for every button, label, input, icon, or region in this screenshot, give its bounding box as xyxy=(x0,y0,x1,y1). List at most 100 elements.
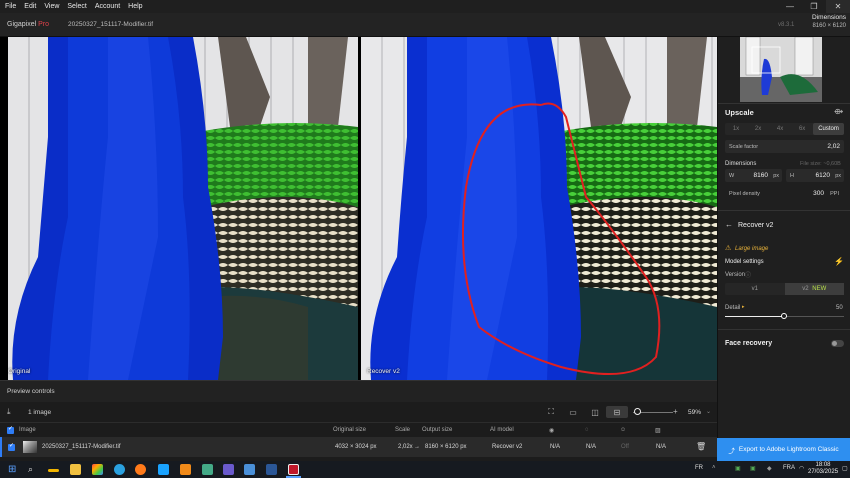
row-sharpen-value: N/A xyxy=(586,444,597,450)
height-value[interactable]: 6120 xyxy=(816,172,830,179)
menu-select[interactable]: Select xyxy=(63,3,90,10)
download-icon[interactable]: ⤓ xyxy=(7,407,11,417)
crop-icon[interactable]: ⟴ xyxy=(834,107,843,116)
file-explorer-icon[interactable] xyxy=(70,464,81,475)
scale-6x[interactable]: 6x xyxy=(791,123,813,135)
menu-bar: File Edit View Select Account Help — ❐ ✕ xyxy=(0,0,850,13)
app-icon[interactable] xyxy=(158,464,169,475)
width-field[interactable]: W 8160 px xyxy=(725,169,782,182)
preview-label: Recover v2 xyxy=(367,368,400,375)
menu-file[interactable]: File xyxy=(0,3,20,10)
tray-overflow-icon[interactable]: ˄ xyxy=(712,465,716,471)
row-scale: 2,02x xyxy=(398,444,413,450)
col-denoise-icon: ◉ xyxy=(549,428,555,434)
close-icon[interactable]: ✕ xyxy=(826,0,850,13)
select-all-checkbox[interactable] xyxy=(7,425,14,434)
version-v1[interactable]: v1 xyxy=(725,283,785,295)
scale-factor-value[interactable]: 2,02 xyxy=(827,143,840,150)
preview-pane[interactable]: Recover v2 xyxy=(361,37,717,380)
scale-1x[interactable]: 1x xyxy=(725,123,747,135)
store-icon[interactable] xyxy=(92,464,103,475)
fit-screen-icon[interactable]: ⛶ xyxy=(540,406,562,418)
info-icon[interactable]: ⓘ xyxy=(745,270,751,279)
preview-controls-label: Preview controls xyxy=(7,388,55,395)
row-denoise-value: N/A xyxy=(550,444,561,450)
menu-help[interactable]: Help xyxy=(124,3,146,10)
scale-2x[interactable]: 2x xyxy=(747,123,769,135)
original-pane[interactable]: Original xyxy=(8,37,358,380)
width-label: W xyxy=(729,173,735,179)
tray-app-icon-3[interactable]: ◆ xyxy=(767,465,772,472)
dimensions-value: 8160 × 6120 xyxy=(812,23,846,29)
preview-controls-bar[interactable]: Preview controls xyxy=(0,380,717,402)
side-by-side-icon[interactable]: ⊟ xyxy=(606,406,628,418)
wifi-icon[interactable]: ◠ xyxy=(799,465,804,472)
height-unit[interactable]: px xyxy=(835,173,841,179)
col-compression-icon: ▨ xyxy=(655,428,661,434)
split-view-icon[interactable]: ◫ xyxy=(584,406,606,418)
table-row[interactable]: 20250327_151117-Modifier.tif 4032 × 3024… xyxy=(0,437,717,457)
scale-factor-label: Scale factor xyxy=(729,144,759,150)
edge-icon[interactable] xyxy=(114,464,125,475)
gigapixel-icon[interactable] xyxy=(288,464,299,475)
minimize-icon[interactable]: — xyxy=(778,0,802,13)
media-icon[interactable] xyxy=(202,464,213,475)
trash-icon[interactable]: 🗑 xyxy=(696,442,706,451)
settings-app-icon[interactable] xyxy=(244,464,255,475)
windows-start-icon[interactable]: ⊞ xyxy=(8,464,16,475)
search-icon[interactable]: ⌕ xyxy=(28,464,33,475)
notification-icon[interactable]: ▢ xyxy=(842,465,848,472)
table-header: Image Original size Scale Output size AI… xyxy=(0,422,717,436)
warning-icon: ⚠ xyxy=(725,245,732,252)
single-view-icon[interactable]: ▭ xyxy=(562,406,584,418)
row-checkbox[interactable] xyxy=(8,442,15,451)
menu-view[interactable]: View xyxy=(40,3,63,10)
pixel-density-value[interactable]: 300 xyxy=(813,190,824,197)
chevron-down-icon[interactable]: ⌄ xyxy=(706,408,711,415)
tray-app-icon[interactable]: ▣ xyxy=(735,465,741,472)
input-language[interactable]: FRA xyxy=(783,465,795,471)
row-ai-model: Recover v2 xyxy=(492,444,523,450)
row-original-size: 4032 × 3024 px xyxy=(335,444,377,450)
pixel-density-field[interactable]: Pixel density 300 PPI xyxy=(725,187,844,200)
menu-account[interactable]: Account xyxy=(91,3,124,10)
restore-icon[interactable]: ❐ xyxy=(802,0,826,13)
keyboard-lang[interactable]: FR xyxy=(695,465,703,471)
image-viewer[interactable]: Original Recover v2 xyxy=(0,37,717,380)
detail-value: 50 xyxy=(836,305,843,311)
export-icon: ⤴ xyxy=(728,447,735,455)
row-thumbnail xyxy=(23,441,37,453)
widgets-icon[interactable] xyxy=(48,469,59,472)
col-face-icon: ☺ xyxy=(620,427,627,433)
col-sharpen-icon: ◌ xyxy=(585,427,589,433)
export-label: Export to Adobe Lightroom Classic xyxy=(738,446,839,453)
zoom-level[interactable]: 59% xyxy=(688,409,701,416)
teams-icon[interactable] xyxy=(223,464,234,475)
width-unit[interactable]: px xyxy=(773,173,779,179)
row-compression-value: N/A xyxy=(656,444,667,450)
width-value[interactable]: 8160 xyxy=(754,172,768,179)
back-arrow-icon[interactable]: ← xyxy=(725,220,733,229)
lightroom-icon[interactable] xyxy=(266,464,277,475)
lightning-icon[interactable]: ⚡ xyxy=(834,257,844,266)
export-button[interactable]: ⤴ Export to Adobe Lightroom Classic xyxy=(717,438,850,461)
version-v2[interactable]: v2 NEW xyxy=(784,283,844,295)
vlc-icon[interactable] xyxy=(180,464,191,475)
detail-slider-handle[interactable] xyxy=(781,313,787,319)
new-badge: NEW xyxy=(812,286,827,292)
original-label: Original xyxy=(8,368,31,375)
navigator-thumbnail[interactable] xyxy=(740,37,822,102)
zoom-slider-handle[interactable] xyxy=(634,408,641,415)
zoom-in-icon[interactable]: + xyxy=(673,407,678,416)
height-field[interactable]: H 6120 px xyxy=(786,169,844,182)
scale-factor-field[interactable]: Scale factor 2,02 xyxy=(725,140,844,153)
scale-4x[interactable]: 4x xyxy=(769,123,791,135)
firefox-icon[interactable] xyxy=(135,464,146,475)
tray-app-icon-2[interactable]: ▣ xyxy=(750,465,756,472)
menu-edit[interactable]: Edit xyxy=(20,3,40,10)
large-image-warning: Large image xyxy=(735,246,769,252)
ppi-unit[interactable]: PPI xyxy=(830,191,839,197)
clock[interactable]: 18:08 27/03/2025 xyxy=(808,462,838,476)
face-recovery-toggle[interactable] xyxy=(831,340,844,347)
scale-custom[interactable]: Custom xyxy=(813,123,844,135)
